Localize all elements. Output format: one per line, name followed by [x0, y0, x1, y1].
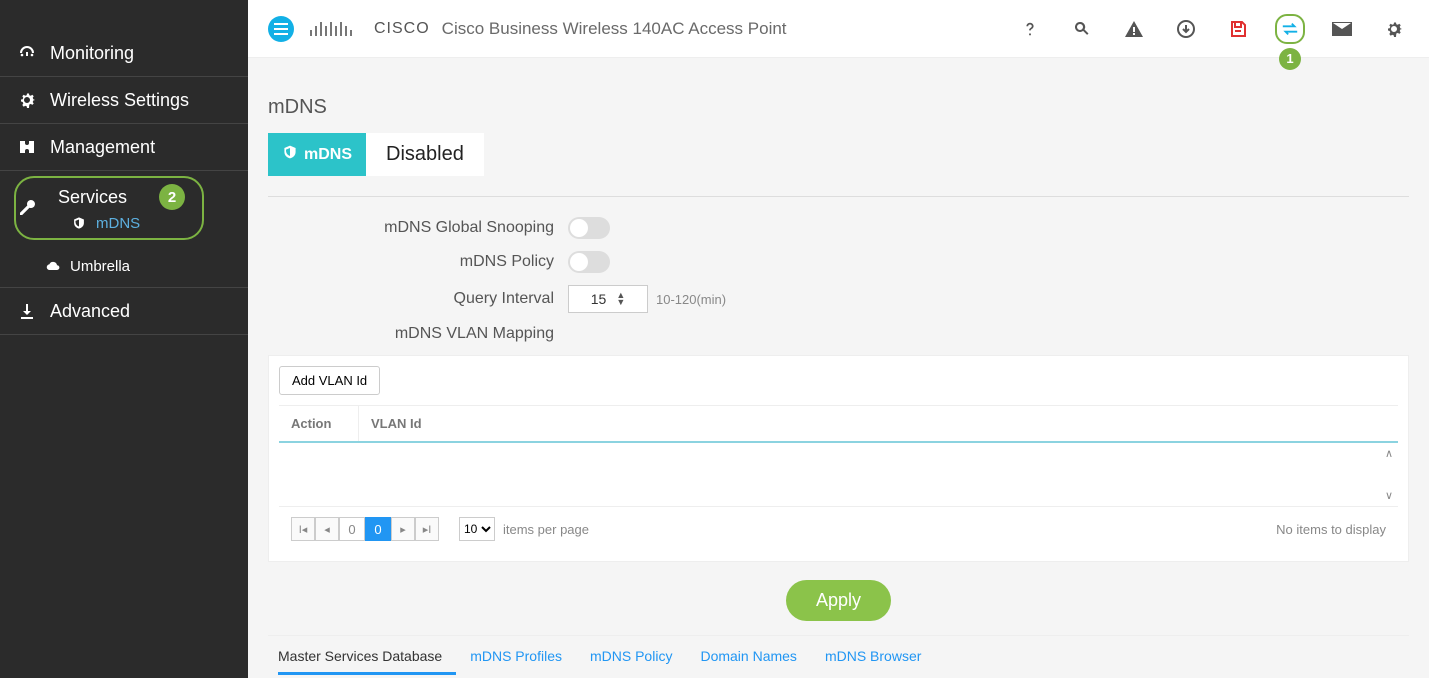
download-icon [16, 300, 38, 322]
help-icon[interactable] [1015, 14, 1045, 44]
page-last-button[interactable]: ▸I [415, 517, 439, 541]
mail-icon[interactable] [1327, 14, 1357, 44]
page-title: mDNS [268, 96, 1409, 119]
sidebar-item-wireless[interactable]: Wireless Settings [0, 77, 248, 124]
page-prev-button[interactable]: ◂ [315, 517, 339, 541]
search-icon[interactable] [1067, 14, 1097, 44]
page-number-a[interactable]: 0 [339, 517, 365, 541]
query-interval-value: 15 [591, 291, 607, 307]
tab-master-services[interactable]: Master Services Database [278, 648, 456, 675]
sidebar-item-management[interactable]: Management [0, 124, 248, 171]
scroll-up-icon[interactable]: ∧ [1382, 447, 1396, 460]
sidebar-services-group: Services 2 mDNS [14, 176, 204, 240]
pager: I◂ ◂ 0 0 ▸ ▸I 10 items per page No items… [279, 507, 1398, 551]
tab-mdns-profiles[interactable]: mDNS Profiles [470, 648, 576, 675]
sidebar-item-services[interactable]: Services [58, 187, 127, 208]
tab-domain-names[interactable]: Domain Names [700, 648, 810, 675]
product-title: Cisco Business Wireless 140AC Access Poi… [442, 19, 787, 39]
sidebar: Monitoring Wireless Settings Management … [0, 0, 248, 678]
vlan-table-body: ∧ ∨ [279, 443, 1398, 507]
gear-icon [16, 89, 38, 111]
mdns-status-tab[interactable]: mDNS [268, 133, 366, 176]
sidebar-item-label: Management [50, 137, 155, 158]
save-icon[interactable] [1223, 14, 1253, 44]
divider [268, 196, 1409, 197]
top-bar: CISCO Cisco Business Wireless 140AC Acce… [248, 0, 1429, 58]
status-tab-label: mDNS [304, 146, 352, 164]
sidebar-sub-label: Umbrella [70, 258, 130, 275]
query-interval-help: 10-120(min) [656, 292, 726, 307]
dashboard-icon [16, 42, 38, 64]
page-first-button[interactable]: I◂ [291, 517, 315, 541]
query-interval-input[interactable]: 15 ▲▼ [568, 285, 648, 313]
mdns-status-value: Disabled [366, 133, 484, 176]
apply-button[interactable]: Apply [786, 580, 891, 621]
cloud-icon [44, 257, 62, 275]
items-per-page-select[interactable]: 10 [459, 517, 495, 541]
query-interval-label: Query Interval [268, 290, 568, 308]
sidebar-sub-umbrella[interactable]: Umbrella [0, 245, 248, 288]
sidebar-item-monitoring[interactable]: Monitoring [0, 30, 248, 77]
vlan-mapping-label: mDNS VLAN Mapping [268, 325, 568, 343]
swap-icon[interactable]: 1 [1275, 14, 1305, 44]
sidebar-item-label: Monitoring [50, 43, 134, 64]
tab-mdns-browser[interactable]: mDNS Browser [825, 648, 935, 675]
col-vlan-id: VLAN Id [359, 406, 1398, 441]
global-snooping-label: mDNS Global Snooping [268, 219, 568, 237]
scroll-down-icon[interactable]: ∨ [1382, 489, 1396, 502]
puzzle-icon [16, 136, 38, 158]
download-cloud-icon[interactable] [1171, 14, 1201, 44]
mdns-policy-toggle[interactable] [568, 251, 610, 273]
sidebar-sub-label: mDNS [96, 215, 140, 232]
vlan-mapping-card: Add VLAN Id Action VLAN Id ∧ ∨ I◂ ◂ 0 0 [268, 355, 1409, 562]
add-vlan-button[interactable]: Add VLAN Id [279, 366, 380, 395]
page-number-b[interactable]: 0 [365, 517, 391, 541]
cisco-logo-text: CISCO [374, 20, 430, 38]
tab-mdns-policy[interactable]: mDNS Policy [590, 648, 686, 675]
col-action: Action [279, 406, 359, 441]
sidebar-sub-mdns[interactable]: mDNS [70, 214, 192, 232]
mdns-policy-label: mDNS Policy [268, 253, 568, 271]
sidebar-item-label: Wireless Settings [50, 90, 189, 111]
annotation-badge-2: 2 [159, 184, 185, 210]
menu-toggle-button[interactable] [268, 16, 294, 42]
shield-icon [70, 214, 88, 232]
settings-icon[interactable] [1379, 14, 1409, 44]
spinner-icon[interactable]: ▲▼ [616, 292, 625, 306]
global-snooping-toggle[interactable] [568, 217, 610, 239]
items-per-page-label: items per page [503, 522, 589, 537]
warning-icon[interactable] [1119, 14, 1149, 44]
shield-icon [282, 144, 298, 165]
bottom-tabs: Master Services Database mDNS Profiles m… [268, 635, 1409, 678]
annotation-badge-1: 1 [1279, 48, 1301, 70]
main-content: mDNS mDNS Disabled mDNS Global Snooping … [248, 58, 1429, 678]
page-next-button[interactable]: ▸ [391, 517, 415, 541]
sidebar-item-label: Advanced [50, 301, 130, 322]
sidebar-item-advanced[interactable]: Advanced [0, 288, 248, 335]
cisco-logo [310, 22, 360, 36]
empty-text: No items to display [1276, 522, 1386, 537]
